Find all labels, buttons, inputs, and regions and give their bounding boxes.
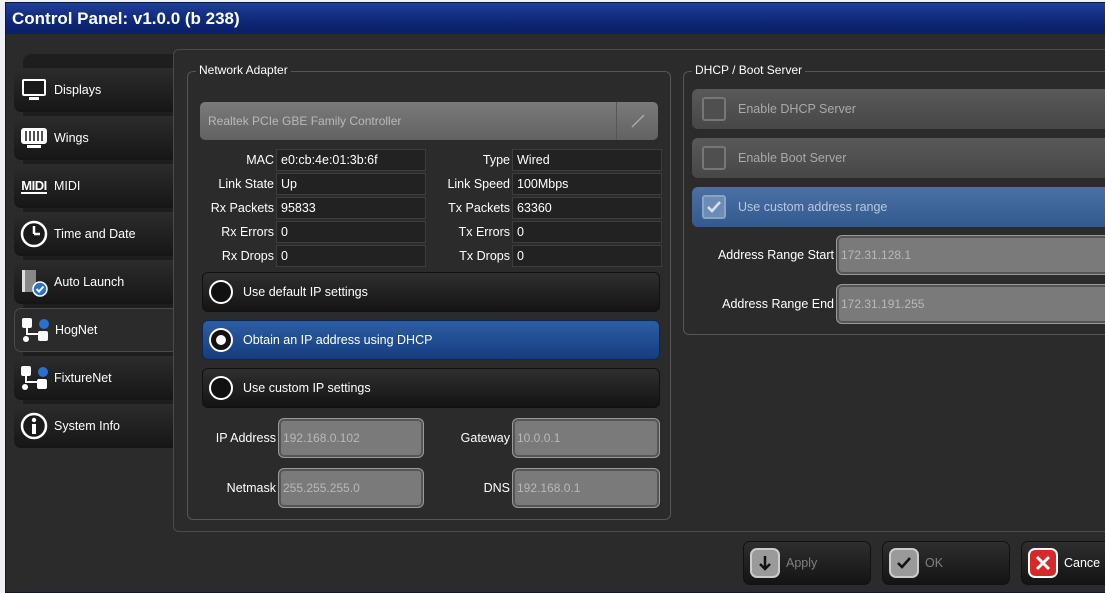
type-value: Wired <box>512 149 662 171</box>
rx-errors-label: Rx Errors <box>221 225 274 239</box>
auto-launch-icon <box>18 266 50 298</box>
mac-row: MAC e0:cb:4e:01:3b:6f Type Wired <box>174 149 674 171</box>
sidebar-item-label: Auto Launch <box>54 275 125 289</box>
link-speed-label: Link Speed <box>447 177 510 191</box>
errors-row: Rx Errors 0 Tx Errors 0 <box>174 221 674 243</box>
network-icon <box>19 314 51 346</box>
network-icon <box>18 362 50 394</box>
packets-row: Rx Packets 95833 Tx Packets 63360 <box>174 197 674 219</box>
gateway-label: Gateway <box>460 431 510 445</box>
dhcp-boot-group: DHCP / Boot Server Enable DHCP Server En… <box>683 63 1105 335</box>
tx-errors-value: 0 <box>512 221 662 243</box>
rx-errors-value: 0 <box>276 221 426 243</box>
checkbox-unchecked-icon <box>702 97 726 121</box>
rx-drops-label: Rx Drops <box>221 249 274 263</box>
chevron-down-icon[interactable] <box>616 102 658 140</box>
apply-icon <box>750 548 780 578</box>
link-state-label: Link State <box>218 177 274 191</box>
enable-dhcp-checkbox[interactable]: Enable DHCP Server <box>692 89 1105 129</box>
sidebar-item-fixturenet[interactable]: FixtureNet <box>14 356 174 400</box>
sidebar-item-label: MIDI <box>54 179 81 193</box>
sidebar-item-label: Time and Date <box>54 227 136 241</box>
ok-label: OK <box>925 556 944 570</box>
panel-body: Displays Wings MIDI MIDI Time and Date A… <box>6 34 1105 592</box>
range-start-label: Address Range Start <box>717 248 834 262</box>
radio-unselected-icon <box>209 376 233 400</box>
dhcp-boot-title: DHCP / Boot Server <box>692 63 806 77</box>
clock-icon <box>18 218 50 250</box>
checkbox-label: Use custom address range <box>738 200 888 214</box>
tx-packets-value: 63360 <box>512 197 662 219</box>
checkbox-label: Enable Boot Server <box>738 151 847 165</box>
gateway-field[interactable]: 10.0.0.1 <box>512 418 660 458</box>
sidebar-item-system-info[interactable]: System Info <box>14 404 174 448</box>
sidebar-item-label: System Info <box>54 419 120 433</box>
sidebar-item-wings[interactable]: Wings <box>14 116 174 160</box>
network-adapter-title: Network Adapter <box>196 63 291 77</box>
dns-label: DNS <box>483 481 510 495</box>
dns-field[interactable]: 192.168.0.1 <box>512 468 660 508</box>
apply-label: Apply <box>786 556 818 570</box>
custom-range-checkbox[interactable]: Use custom address range <box>692 187 1105 227</box>
radio-unselected-icon <box>209 280 233 304</box>
ok-button[interactable]: OK <box>882 541 1010 585</box>
range-start-field[interactable]: 172.31.128.1 <box>836 235 1105 275</box>
tx-errors-label: Tx Errors <box>458 225 510 239</box>
ip-address-label: IP Address <box>215 431 276 445</box>
sidebar-item-label: FixtureNet <box>54 371 112 385</box>
sidebar-item-time-and-date[interactable]: Time and Date <box>14 212 174 256</box>
sidebar-item-midi[interactable]: MIDI MIDI <box>14 164 174 208</box>
sidebar-item-label: HogNet <box>55 323 98 337</box>
window-title: Control Panel: v1.0.0 (b 238) <box>6 3 1105 34</box>
tx-packets-label: Tx Packets <box>448 201 510 215</box>
mac-label: MAC <box>246 153 274 167</box>
type-label: Type <box>482 153 510 167</box>
checkbox-label: Enable DHCP Server <box>738 102 856 116</box>
sidebar-item-label: Displays <box>54 83 102 97</box>
adapter-dropdown[interactable]: Realtek PCIe GBE Family Controller <box>200 102 658 140</box>
link-state-value: Up <box>276 173 426 195</box>
display-icon <box>18 74 50 106</box>
cancel-button[interactable]: Cance <box>1021 541 1105 585</box>
apply-button[interactable]: Apply <box>743 541 871 585</box>
main-panel: Network Adapter Realtek PCIe GBE Family … <box>173 49 1105 532</box>
radio-label: Use default IP settings <box>243 285 368 299</box>
sidebar-item-auto-launch[interactable]: Auto Launch <box>14 260 174 304</box>
check-icon <box>889 548 919 578</box>
custom-ip-radio[interactable]: Use custom IP settings <box>202 368 660 408</box>
drops-row: Rx Drops 0 Tx Drops 0 <box>174 245 674 267</box>
rx-packets-value: 95833 <box>276 197 426 219</box>
mac-value: e0:cb:4e:01:3b:6f <box>276 149 426 171</box>
tx-drops-label: Tx Drops <box>459 249 510 263</box>
close-icon <box>1028 548 1058 578</box>
sidebar-item-hognet[interactable]: HogNet <box>14 308 174 352</box>
control-panel-window: Control Panel: v1.0.0 (b 238) Displays W… <box>5 2 1105 593</box>
rx-drops-value: 0 <box>276 245 426 267</box>
rx-packets-label: Rx Packets <box>210 201 274 215</box>
midi-icon: MIDI <box>21 177 47 194</box>
radio-selected-icon <box>209 328 233 352</box>
tx-drops-value: 0 <box>512 245 662 267</box>
checkbox-unchecked-icon <box>702 146 726 170</box>
info-icon <box>18 410 50 442</box>
range-end-field[interactable]: 172.31.191.255 <box>836 284 1105 324</box>
adapter-dropdown-value: Realtek PCIe GBE Family Controller <box>208 114 402 128</box>
checkmark-icon <box>702 195 726 219</box>
radio-label: Use custom IP settings <box>243 381 371 395</box>
sidebar-item-displays[interactable]: Displays <box>14 68 174 112</box>
wings-icon <box>18 122 50 154</box>
range-end-label: Address Range End <box>722 297 834 311</box>
sidebar-item-label: Wings <box>54 131 89 145</box>
radio-label: Obtain an IP address using DHCP <box>243 333 433 347</box>
netmask-field[interactable]: 255.255.255.0 <box>278 468 424 508</box>
cancel-label: Cance <box>1064 556 1101 570</box>
dhcp-radio[interactable]: Obtain an IP address using DHCP <box>202 320 660 360</box>
default-ip-radio[interactable]: Use default IP settings <box>202 272 660 312</box>
ip-address-field[interactable]: 192.168.0.102 <box>278 418 424 458</box>
netmask-label: Netmask <box>226 481 276 495</box>
enable-boot-checkbox[interactable]: Enable Boot Server <box>692 138 1105 178</box>
link-speed-value: 100Mbps <box>512 173 662 195</box>
link-row: Link State Up Link Speed 100Mbps <box>174 173 674 195</box>
